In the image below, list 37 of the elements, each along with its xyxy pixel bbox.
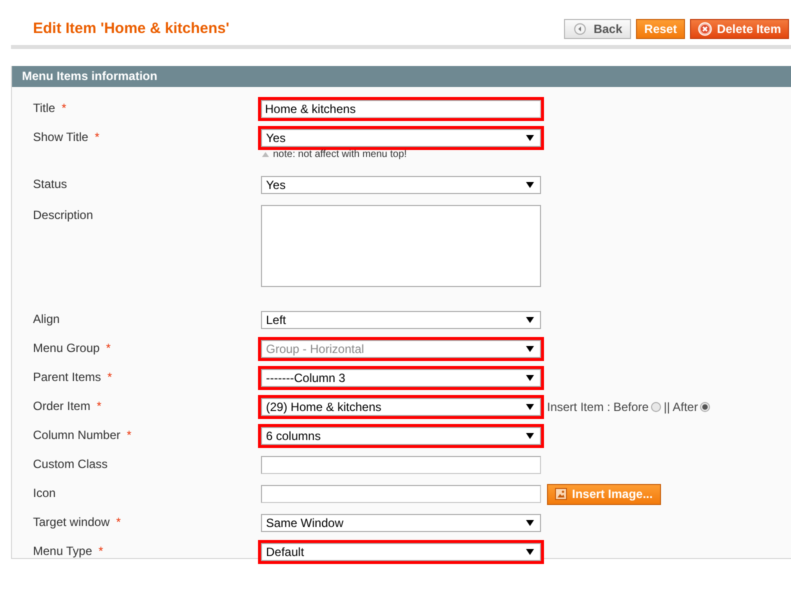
required-mark: *	[62, 101, 66, 115]
field-label: Column Number	[33, 428, 120, 442]
radio-option[interactable]: Before	[613, 400, 661, 414]
required-mark: *	[116, 515, 121, 529]
field-label: Menu Type	[33, 544, 92, 558]
text-field[interactable]: Home & kitchens	[261, 100, 541, 118]
field-label: Menu Group	[33, 341, 100, 355]
select-field[interactable]: Same Window	[261, 514, 541, 532]
field-label: Title	[33, 101, 56, 115]
section-title: Menu Items information	[22, 69, 158, 83]
field-label: Custom Class	[33, 457, 108, 471]
select-field[interactable]: 6 columns	[261, 427, 541, 445]
radio-option[interactable]: || After	[664, 400, 710, 414]
field-note: note: not affect with menu top!	[273, 149, 407, 160]
field-label: Align	[33, 312, 60, 326]
field-label: Order Item	[33, 399, 90, 413]
back-button[interactable]: Back	[564, 18, 632, 38]
select-field[interactable]: Default	[261, 543, 541, 561]
required-mark: *	[98, 544, 104, 558]
select-field[interactable]: (29) Home & kitchens	[261, 398, 541, 416]
insert-label: Insert Item :	[547, 400, 610, 414]
select-field[interactable]: -------Column 3	[261, 369, 541, 387]
field-label: Icon	[33, 486, 56, 500]
field-label: Description	[33, 208, 94, 222]
required-mark: *	[106, 341, 111, 355]
required-mark: *	[96, 399, 102, 413]
field-label: Status	[33, 177, 68, 191]
field-label: Show Title	[33, 130, 88, 144]
select-field[interactable]: Yes	[261, 129, 541, 147]
page-title: Edit Item 'Home & kitchens'	[33, 20, 230, 37]
required-mark: *	[94, 130, 100, 144]
select-field[interactable]: Yes	[261, 176, 541, 194]
required-mark: *	[126, 428, 132, 442]
required-mark: *	[107, 370, 112, 384]
select-field[interactable]: Left	[261, 311, 541, 329]
field-label: Parent Items	[33, 370, 102, 384]
field-label: Target window	[33, 515, 110, 529]
